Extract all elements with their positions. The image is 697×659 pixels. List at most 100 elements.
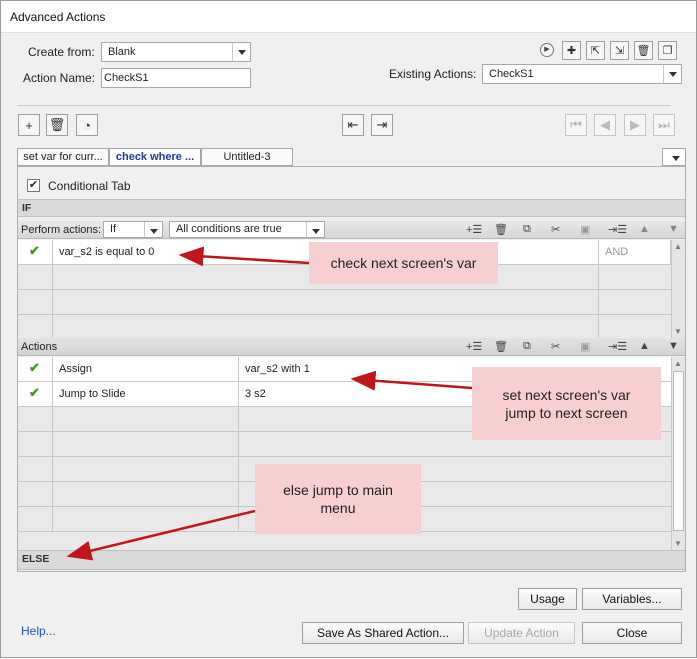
paste-icon[interactable]: ▣ — [580, 223, 590, 236]
move-decision-right-button[interactable]: ⇥ — [371, 114, 393, 136]
arrow-down-icon[interactable]: ▼ — [668, 223, 679, 235]
empty-cell — [53, 457, 239, 482]
operator-cell[interactable]: AND — [599, 240, 671, 265]
empty-cell — [18, 507, 53, 532]
action-cell[interactable]: Assign — [53, 357, 239, 382]
delete-decision-button[interactable]: 🗑 — [46, 114, 68, 136]
empty-cell — [18, 290, 53, 315]
save-shared-action-button[interactable]: Save As Shared Action... — [302, 622, 464, 644]
empty-cell — [18, 315, 53, 338]
delete-action-button[interactable]: 🗑 — [634, 41, 653, 60]
add-decision-button[interactable]: + — [18, 114, 40, 136]
actions-toolbar: Actions +☰ 🗑 ⧉ ✂ ▣ ⇥☰ ▲ ▼ — [18, 338, 685, 356]
close-button[interactable]: Close — [582, 622, 682, 644]
arrow-up-icon[interactable]: ▲ — [639, 340, 650, 352]
if-toolbar: Perform actions: If All conditions are t… — [18, 221, 685, 239]
scroll-down-icon[interactable]: ▼ — [674, 539, 682, 548]
play-icon[interactable]: ▶ — [540, 43, 554, 57]
perform-select[interactable]: If — [103, 221, 163, 238]
add-condition-icon[interactable]: +☰ — [466, 223, 482, 236]
empty-cell — [53, 315, 599, 338]
condition-scrollbar[interactable]: ▲ ▼ — [671, 240, 685, 338]
arrow-up-icon[interactable]: ▲ — [639, 223, 650, 235]
conditions-value: All conditions are true — [176, 223, 282, 235]
callout-check-var: check next screen's var — [309, 242, 498, 284]
import-button[interactable]: ⇱ — [586, 41, 605, 60]
previous-decision-button[interactable]: ◀ — [594, 114, 616, 136]
first-icon: ⏮ — [570, 117, 582, 132]
paste-icon[interactable]: ▣ — [580, 340, 590, 353]
table-row[interactable] — [18, 290, 685, 315]
chevron-down-icon — [663, 65, 681, 83]
scroll-down-icon[interactable]: ▼ — [674, 327, 682, 336]
empty-cell — [53, 482, 239, 507]
table-row[interactable] — [18, 315, 685, 338]
new-action-button[interactable]: ✚ — [562, 41, 581, 60]
action-cell[interactable]: Jump to Slide — [53, 382, 239, 407]
plus-icon: + — [25, 117, 33, 133]
tab-check-where[interactable]: check where ... — [109, 148, 201, 166]
callout-set-var: set next screen's var jump to next scree… — [472, 367, 661, 440]
existing-actions-label: Existing Actions: — [389, 67, 477, 81]
first-decision-button[interactable]: ⏮ — [565, 114, 587, 136]
else-header[interactable]: ELSE — [18, 550, 685, 570]
add-action-icon[interactable]: +☰ — [466, 340, 482, 353]
action-name-input[interactable]: CheckS1 — [101, 68, 251, 88]
actions-label: Actions — [21, 341, 58, 353]
empty-cell — [53, 432, 239, 457]
empty-cell — [18, 265, 53, 290]
callout-else-jump: else jump to main menu — [255, 464, 421, 534]
export-icon: ⇲ — [614, 45, 625, 57]
trash-icon[interactable]: 🗑 — [494, 223, 508, 236]
perform-value: If — [110, 223, 117, 235]
chevron-down-icon — [306, 222, 324, 237]
tabs-overflow-dropdown[interactable] — [662, 148, 686, 166]
row-check-cell: ✔ — [18, 240, 53, 265]
trash-icon: 🗑 — [636, 45, 651, 57]
update-action-button[interactable]: Update Action — [468, 622, 575, 644]
next-decision-button[interactable]: ▶ — [624, 114, 646, 136]
move-decision-left-button[interactable]: ⇤ — [342, 114, 364, 136]
create-from-select[interactable]: Blank — [101, 42, 251, 62]
cut-icon[interactable]: ✂ — [551, 340, 560, 353]
empty-cell — [53, 290, 599, 315]
conditional-tab-checkbox[interactable]: ✔ — [27, 179, 40, 192]
duplicate-icon: ◔ — [83, 117, 91, 133]
variables-button[interactable]: Variables... — [582, 588, 682, 610]
empty-cell — [53, 507, 239, 532]
conditions-select[interactable]: All conditions are true — [169, 221, 325, 238]
scroll-up-icon[interactable]: ▲ — [674, 359, 682, 368]
duplicate-action-button[interactable]: ❐ — [658, 41, 677, 60]
trash-icon[interactable]: 🗑 — [494, 340, 508, 353]
insert-icon[interactable]: ⇥☰ — [608, 340, 627, 353]
scroll-thumb[interactable] — [673, 371, 684, 531]
actions-scrollbar[interactable]: ▲ ▼ — [671, 357, 685, 550]
tab-untitled-3[interactable]: Untitled-3 — [201, 148, 293, 166]
import-icon: ⇱ — [590, 45, 601, 57]
trash-icon: 🗑 — [48, 117, 66, 132]
export-button[interactable]: ⇲ — [610, 41, 629, 60]
checkmark-icon: ✔ — [29, 385, 40, 400]
next-icon: ▶ — [630, 117, 640, 132]
copy-icon[interactable]: ⧉ — [523, 340, 531, 353]
duplicate-decision-button[interactable]: ◔ — [76, 114, 98, 136]
insert-icon[interactable]: ⇥☰ — [608, 223, 627, 236]
window-title: Advanced Actions — [10, 10, 106, 24]
tab-set-var[interactable]: set var for curr... — [17, 148, 109, 166]
empty-cell — [18, 407, 53, 432]
create-from-label: Create from: — [28, 45, 95, 59]
scroll-up-icon[interactable]: ▲ — [674, 242, 682, 251]
arrow-down-icon[interactable]: ▼ — [668, 340, 679, 352]
usage-button[interactable]: Usage — [518, 588, 577, 610]
if-header: IF — [18, 199, 685, 217]
existing-actions-value: CheckS1 — [489, 68, 534, 80]
title-bar: Advanced Actions — [1, 1, 696, 33]
perform-actions-label: Perform actions: — [21, 224, 102, 236]
cut-icon[interactable]: ✂ — [551, 223, 560, 236]
last-decision-button[interactable]: ⏭ — [653, 114, 675, 136]
help-link[interactable]: Help... — [21, 624, 56, 638]
copy-icon[interactable]: ⧉ — [523, 223, 531, 236]
chevron-down-icon — [144, 222, 162, 237]
existing-actions-select[interactable]: CheckS1 — [482, 64, 682, 84]
empty-cell — [18, 457, 53, 482]
